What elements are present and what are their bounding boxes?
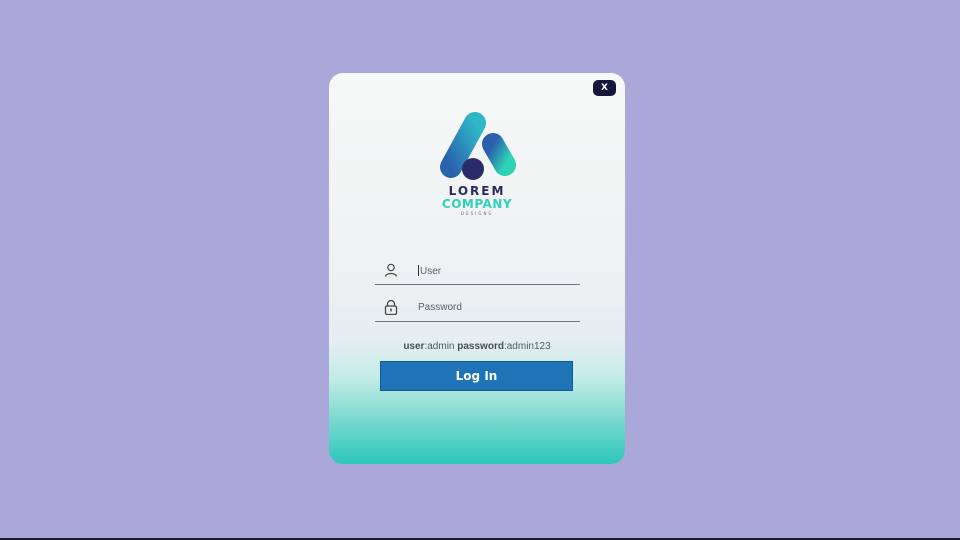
login-card: X LOREM COMPANY DESIGNS User Password us… (329, 73, 625, 464)
text-caret (418, 265, 419, 276)
logo-mark-icon (440, 112, 516, 180)
credentials-hint: user:admin password:admin123 (403, 341, 551, 352)
logo-tagline: DESIGNS (461, 211, 493, 216)
hint-pass-key: password (457, 341, 504, 352)
username-value: User (420, 266, 442, 277)
close-button[interactable]: X (593, 80, 616, 96)
company-logo: LOREM COMPANY DESIGNS (329, 111, 625, 216)
lock-icon (384, 299, 398, 315)
hint-user-key: user (403, 341, 425, 352)
close-icon: X (601, 83, 608, 93)
hint-user-value: admin (427, 341, 455, 352)
username-input[interactable]: User (418, 265, 441, 277)
password-field[interactable]: Password (375, 295, 580, 322)
password-input[interactable]: Password (418, 302, 462, 313)
login-button[interactable]: Log In (380, 361, 573, 391)
user-icon (384, 263, 398, 277)
username-field[interactable]: User (375, 258, 580, 285)
hint-pass-value: admin123 (506, 341, 551, 352)
logo-text-secondary: COMPANY (441, 197, 513, 211)
